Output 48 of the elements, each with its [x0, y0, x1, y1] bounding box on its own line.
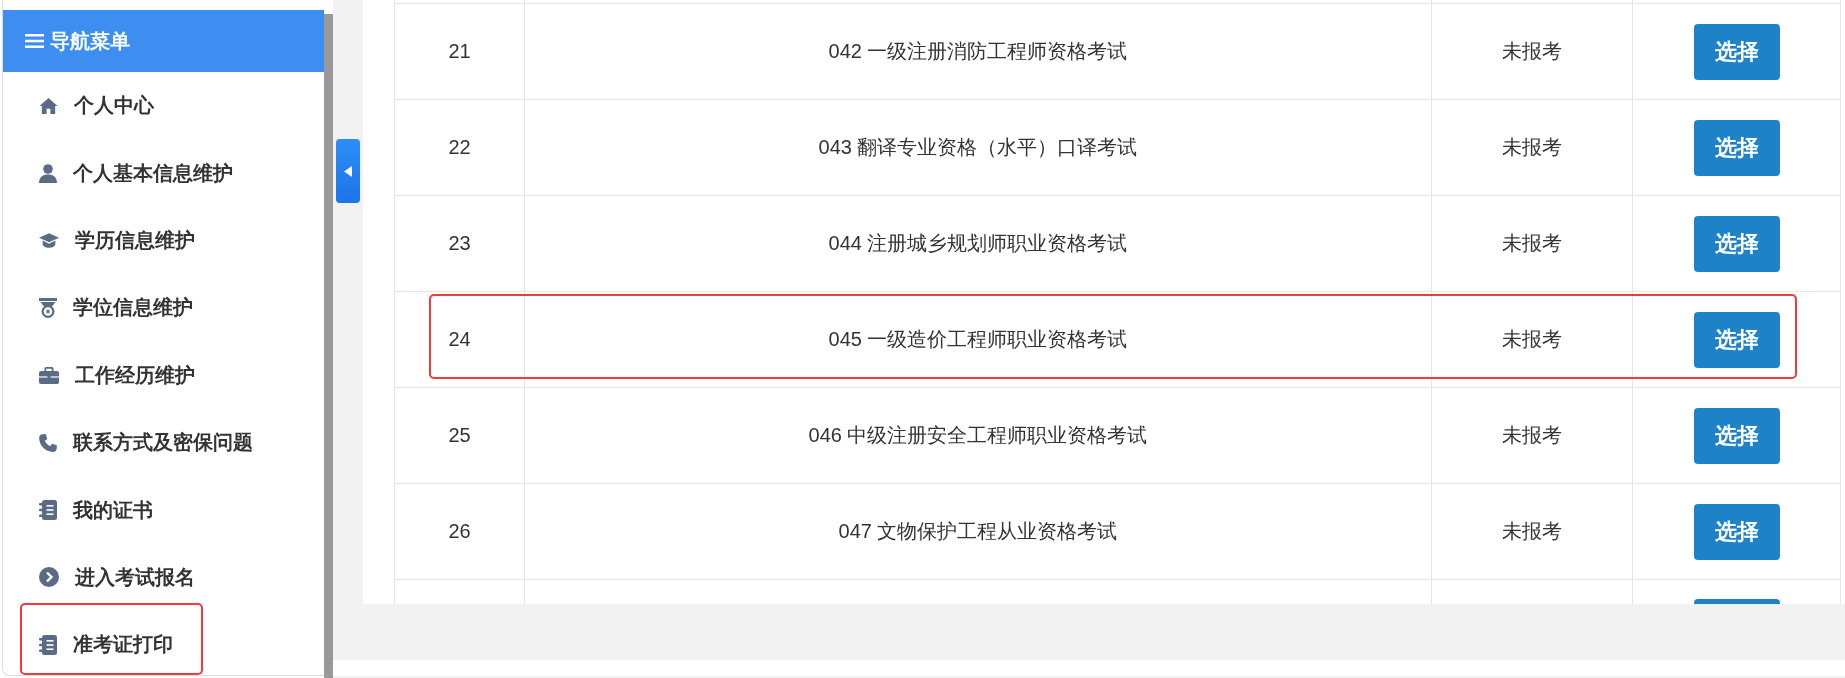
exam-status: 未报考 — [1502, 327, 1562, 352]
briefcase-icon — [39, 366, 59, 384]
select-button[interactable]: 选择 — [1693, 23, 1780, 80]
row-number: 21 — [448, 40, 471, 63]
graduation-cap-icon — [39, 232, 59, 248]
notebook-icon — [39, 634, 57, 655]
row-number: 23 — [448, 232, 471, 255]
menu-item[interactable]: 学位信息维护 — [3, 274, 324, 342]
menu-item[interactable]: 我的证书 — [3, 476, 324, 544]
chevron-circle-icon — [39, 567, 59, 588]
menu-item[interactable]: 联系方式及密保问题 — [3, 408, 324, 477]
menu-item[interactable]: 个人中心 — [3, 72, 324, 140]
menu-item[interactable]: 个人基本信息维护 — [3, 139, 324, 207]
exam-status: 未报考 — [1502, 231, 1562, 256]
menu-item[interactable]: 工作经历维护 — [3, 341, 324, 409]
sidebar-title: 导航菜单 — [50, 28, 130, 54]
row-number: 26 — [448, 520, 471, 543]
exam-status: 未报考 — [1502, 423, 1562, 448]
select-button[interactable]: 选择 — [1693, 311, 1780, 368]
exam-name: 046 中级注册安全工程师职业资格考试 — [808, 423, 1148, 448]
exam-name: 044 注册城乡规划师职业资格考试 — [828, 231, 1128, 256]
notebook-icon — [39, 500, 57, 521]
select-button[interactable]: 选择 — [1693, 215, 1780, 272]
exam-status: 未报考 — [1502, 135, 1562, 160]
select-button[interactable]: 选择 — [1693, 503, 1780, 560]
menu-item[interactable]: 学历信息维护 — [3, 206, 324, 275]
caret-left-icon — [344, 165, 352, 177]
exam-status: 未报考 — [1502, 39, 1562, 64]
user-icon — [39, 163, 57, 183]
select-button[interactable]: 选择 — [1693, 407, 1780, 464]
exam-status: 未报考 — [1502, 519, 1562, 544]
row-number: 25 — [448, 424, 471, 447]
medal-icon — [39, 297, 57, 318]
row-number: 24 — [448, 328, 471, 351]
menu-item[interactable]: 进入考试报名 — [3, 543, 324, 612]
collapse-button[interactable] — [336, 139, 360, 203]
home-icon — [39, 96, 58, 115]
menu-item[interactable]: 准考证打印 — [3, 611, 324, 675]
select-button[interactable]: 选择 — [1693, 119, 1780, 176]
exam-name: 042 一级注册消防工程师资格考试 — [828, 39, 1128, 64]
menu-icon — [25, 34, 44, 48]
row-number: 22 — [448, 136, 471, 159]
exam-name: 045 一级造价工程师职业资格考试 — [828, 327, 1128, 352]
phone-icon — [39, 433, 57, 452]
sidebar-scrollbar[interactable] — [324, 14, 333, 678]
exam-name: 043 翻译专业资格（水平）口译考试 — [818, 135, 1138, 160]
select-button[interactable] — [1693, 599, 1780, 604]
exam-name: 047 文物保护工程从业资格考试 — [838, 519, 1118, 544]
